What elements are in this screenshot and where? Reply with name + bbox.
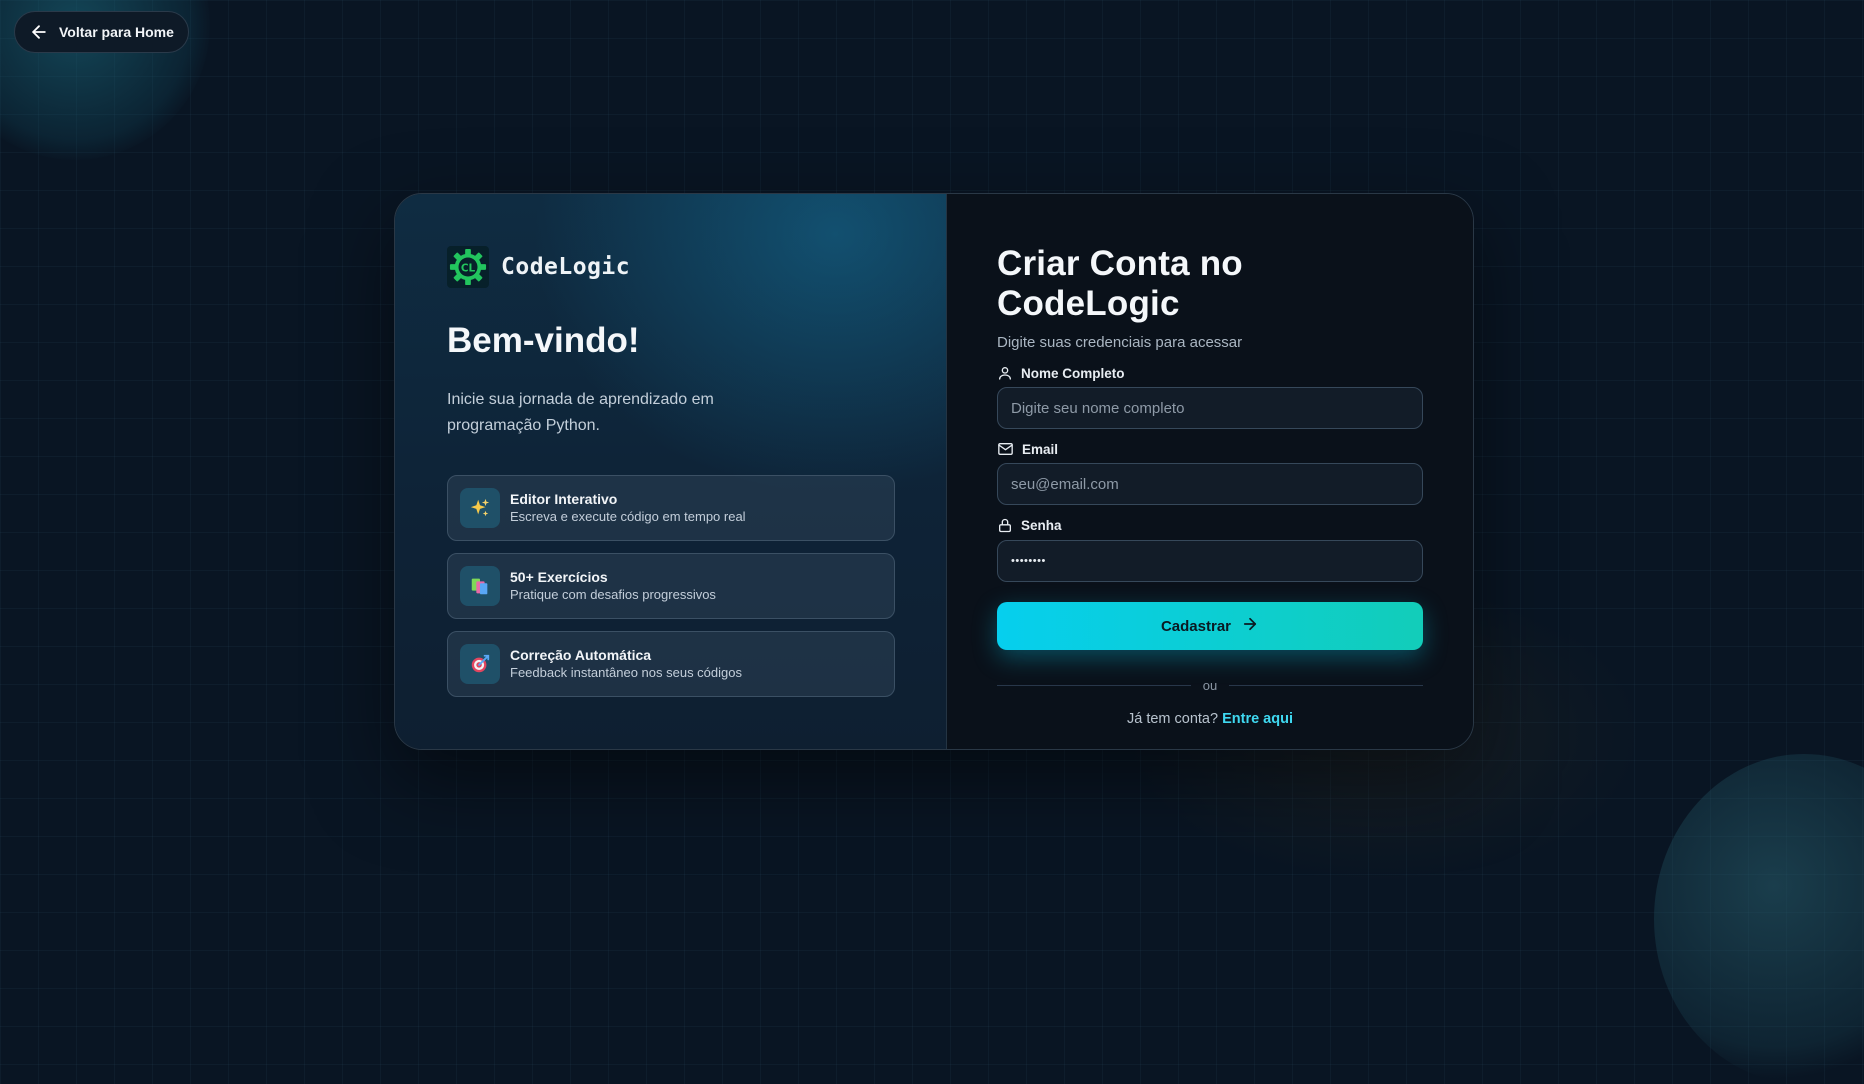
brand-name: CodeLogic [501, 254, 631, 280]
submit-button[interactable]: Cadastrar [997, 602, 1423, 650]
brand-logo-text: CL [461, 262, 476, 274]
signup-card: CL CodeLogic Bem-vindo! Inicie sua jorna… [394, 193, 1474, 750]
name-input[interactable] [997, 387, 1423, 429]
signin-prompt: Já tem conta? [1126, 711, 1219, 727]
feature-title: Correção Automática [510, 647, 652, 663]
feature-card-editor: Editor Interativo Escreva e execute códi… [447, 475, 895, 541]
brand: CL CodeLogic [447, 246, 894, 288]
background-blob-bottom-right [1654, 754, 1864, 1084]
signin-row: Já tem conta? Entre aqui [997, 711, 1423, 727]
back-to-home-button[interactable]: Voltar para Home [14, 11, 189, 53]
email-label: Email [1022, 441, 1059, 457]
form-title: Criar Conta no CodeLogic [997, 244, 1243, 323]
books-icon [460, 566, 500, 606]
feature-description: Feedback instantâneo nos seus códigos [510, 665, 742, 680]
brand-logo-icon: CL [447, 246, 489, 288]
signup-form-panel: Criar Conta no CodeLogic Digite suas cre… [947, 194, 1473, 749]
feature-title: Editor Interativo [510, 491, 618, 507]
form-subtitle: Digite suas credenciais para acessar [997, 334, 1243, 351]
feature-title: 50+ Exercícios [510, 569, 608, 585]
lock-icon [997, 517, 1013, 534]
name-field-group: Nome Completo [997, 365, 1423, 429]
mail-icon [997, 441, 1014, 457]
email-field-group: Email [997, 441, 1423, 505]
welcome-title: Bem-vindo! [447, 321, 640, 360]
signin-link[interactable]: Entre aqui [1222, 711, 1293, 727]
welcome-text: Inicie sua jornada de aprendizado em pro… [447, 391, 714, 434]
feature-list: Editor Interativo Escreva e execute códi… [447, 475, 895, 697]
welcome-panel: CL CodeLogic Bem-vindo! Inicie sua jorna… [395, 194, 947, 749]
back-to-home-label: Voltar para Home [59, 24, 174, 40]
arrow-left-icon [29, 22, 49, 42]
target-icon [460, 644, 500, 684]
divider: ou [997, 678, 1423, 693]
email-input[interactable] [997, 463, 1423, 505]
feature-description: Escreva e execute código em tempo real [510, 509, 746, 524]
password-label: Senha [1021, 518, 1062, 533]
divider-text: ou [1202, 678, 1218, 693]
name-label: Nome Completo [1021, 365, 1125, 381]
feature-card-autocorrect: Correção Automática Feedback instantâneo… [447, 631, 895, 697]
arrow-right-icon [1241, 615, 1259, 637]
feature-card-exercises: 50+ Exercícios Pratique com desafios pro… [447, 553, 895, 619]
user-icon [997, 365, 1013, 381]
submit-label: Cadastrar [1160, 617, 1232, 635]
password-field-group: Senha [997, 517, 1423, 582]
feature-description: Pratique com desafios progressivos [510, 587, 716, 602]
sparkles-icon [460, 488, 500, 528]
password-input[interactable] [997, 540, 1423, 582]
